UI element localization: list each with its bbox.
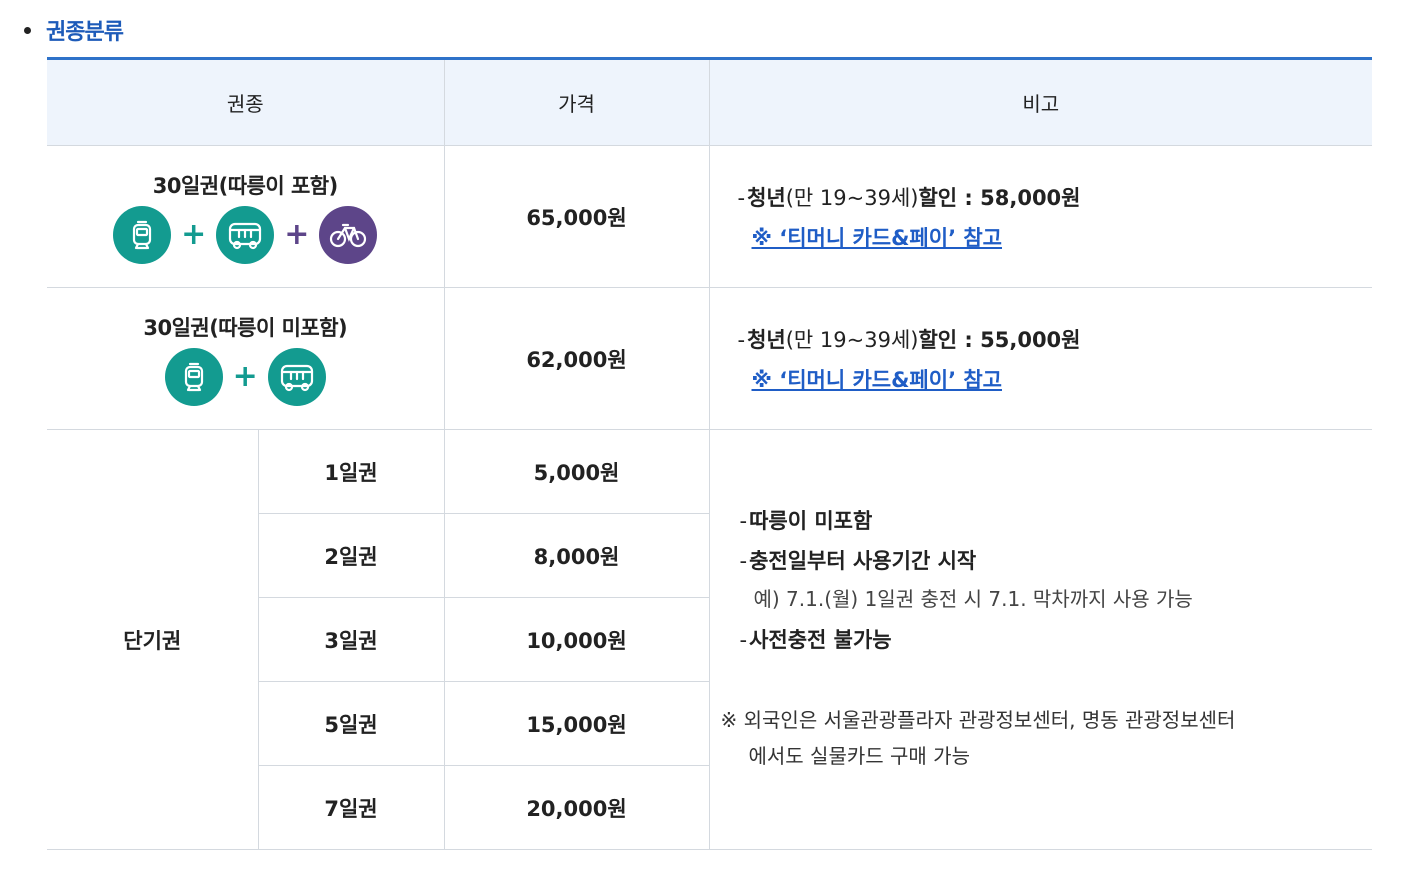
note-item: -따릉이 미포함 — [739, 509, 873, 533]
price-cell: 10,000원 — [443, 597, 709, 682]
table-row: 단기권 1일권 5,000원 -따릉이 미포함 -충전일부터 사용기간 시작 예… — [47, 429, 1372, 850]
ticket-name: 30일권(따릉이 포함) — [152, 173, 338, 198]
plus-icon: + — [284, 216, 310, 252]
section-header: 권종분류 — [24, 14, 124, 46]
price-cell: 5,000원 — [443, 429, 709, 514]
ticket-name-cell: 30일권(따릉이 미포함) + — [47, 287, 444, 430]
youth-discount-note: -청년(만 19~39세)할인 : 58,000원 — [737, 185, 1081, 210]
youth-discount-note: -청년(만 19~39세)할인 : 55,000원 — [737, 327, 1081, 352]
ticket-name: 5일권 — [257, 681, 444, 766]
remarks-cell: -청년(만 19~39세)할인 : 58,000원 ※ ‘티머니 카드&페이’ … — [708, 145, 1372, 288]
bicycle-icon — [319, 205, 378, 264]
tmoney-reference-link[interactable]: ※ ‘티머니 카드&페이’ 참고 — [752, 364, 1003, 394]
note-item: -사전충전 불가능 — [739, 628, 892, 652]
ticket-types-table: 권종 가격 비고 30일권(따릉이 포함) + + 65,000원 -청년(만 … — [47, 57, 1372, 850]
ticket-name: 7일권 — [257, 765, 444, 850]
ticket-name: 1일권 — [257, 429, 444, 514]
plus-icon: + — [181, 216, 207, 252]
price-cell: 65,000원 — [443, 145, 709, 288]
section-title: 권종분류 — [46, 20, 124, 45]
header-price: 가격 — [443, 58, 709, 146]
plus-icon: + — [232, 358, 258, 394]
short-term-label: 단기권 — [47, 429, 258, 850]
bullet-icon — [24, 26, 31, 34]
bus-icon — [216, 205, 275, 264]
ticket-name-cell: 30일권(따릉이 포함) + + — [47, 145, 444, 288]
table-header-row: 권종 가격 비고 — [47, 58, 1372, 146]
ticket-name: 2일권 — [257, 513, 444, 598]
price-cell: 62,000원 — [443, 287, 709, 430]
price-cell: 15,000원 — [443, 681, 709, 766]
foreigner-purchase-note: ※ 외국인은 서울관광플라자 관광정보센터, 명동 관광정보센터 에서도 실물카… — [720, 708, 1236, 768]
ticket-name: 30일권(따릉이 미포함) — [143, 315, 348, 340]
transport-icons: + — [48, 347, 443, 406]
short-term-notes: -따릉이 미포함 -충전일부터 사용기간 시작 예) 7.1.(월) 1일권 충… — [711, 505, 1372, 774]
subway-icon — [113, 205, 172, 264]
bus-icon — [267, 347, 326, 406]
header-ticket-type: 권종 — [47, 58, 444, 146]
transport-icons: + + — [48, 205, 443, 264]
remarks-cell: -청년(만 19~39세)할인 : 55,000원 ※ ‘티머니 카드&페이’ … — [708, 287, 1372, 430]
table-row: 30일권(따릉이 미포함) + 62,000원 -청년(만 19~39세)할인 … — [47, 287, 1372, 430]
header-remarks: 비고 — [708, 58, 1372, 146]
tmoney-reference-link[interactable]: ※ ‘티머니 카드&페이’ 참고 — [752, 222, 1003, 252]
price-cell: 8,000원 — [443, 513, 709, 598]
price-cell: 20,000원 — [443, 765, 709, 850]
subway-icon — [164, 347, 223, 406]
short-term-remarks-cell: -따릉이 미포함 -충전일부터 사용기간 시작 예) 7.1.(월) 1일권 충… — [708, 429, 1372, 850]
table-row: 30일권(따릉이 포함) + + 65,000원 -청년(만 19~39세)할인… — [47, 145, 1372, 288]
ticket-name: 3일권 — [257, 597, 444, 682]
note-example: 예) 7.1.(월) 1일권 충전 시 7.1. 막차까지 사용 가능 — [753, 587, 1193, 611]
note-item: -충전일부터 사용기간 시작 — [739, 549, 977, 573]
